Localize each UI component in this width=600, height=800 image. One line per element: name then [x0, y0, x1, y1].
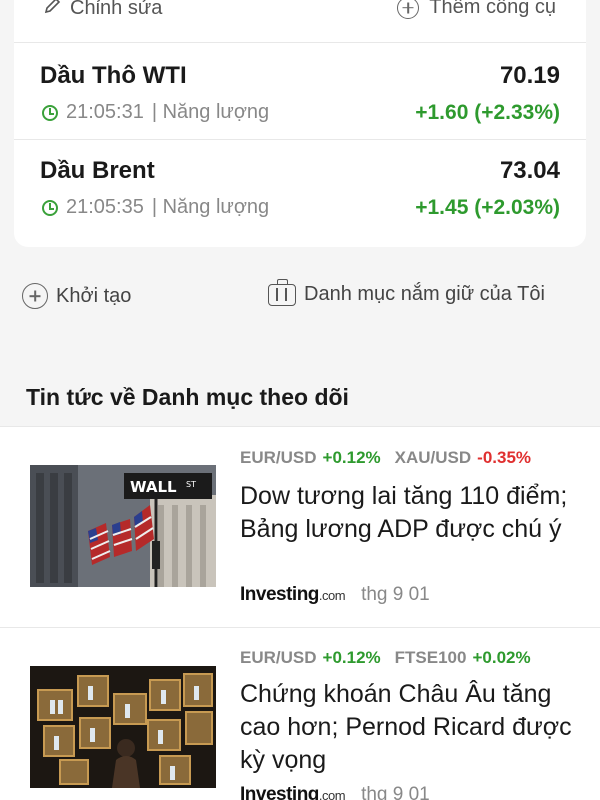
news-list: WALL ST EUR/USD +0.12% XAU/USD -0.35% Do…: [0, 426, 600, 800]
tag-symbol[interactable]: EUR/USD: [240, 448, 317, 468]
edit-button[interactable]: Chỉnh sửa: [44, 0, 162, 20]
investing-logo: Investing.com: [240, 584, 346, 606]
tag-symbol[interactable]: EUR/USD: [240, 648, 317, 668]
quote-time: 21:05:35: [66, 196, 144, 218]
create-watchlist-button[interactable]: Khởi tạo: [22, 283, 131, 309]
tag-change: +0.12%: [322, 448, 381, 467]
edit-label: Chỉnh sửa: [70, 0, 163, 19]
quote-category: | Năng lượng: [151, 101, 270, 123]
watchlist-actions: Khởi tạo Danh mục nắm giữ của Tôi: [0, 278, 600, 315]
svg-text:ST: ST: [186, 480, 196, 489]
tag-change: -0.35%: [477, 448, 532, 467]
news-tags: EUR/USD +0.12% XAU/USD -0.35%: [240, 448, 531, 468]
quote-category: | Năng lượng: [151, 196, 270, 218]
add-tool-button[interactable]: Thêm công cụ: [397, 0, 556, 19]
logo-suffix: .com: [318, 788, 346, 800]
news-tags: EUR/USD +0.12% FTSE100 +0.02%: [240, 648, 531, 668]
instrument-change: +1.45 (+2.03%): [415, 196, 560, 219]
instrument-change: +1.60 (+2.33%): [415, 101, 560, 124]
quote-row-wti[interactable]: Dầu Thô WTI 70.19 21:05:31 | Năng lượng …: [14, 44, 586, 139]
tag-change: +0.02%: [472, 648, 531, 667]
briefcase-icon: [268, 278, 296, 306]
news-thumbnail: WALL ST: [30, 465, 216, 587]
add-tool-label: Thêm công cụ: [429, 0, 556, 18]
clock-icon: [42, 199, 58, 216]
pencil-icon: [44, 0, 62, 20]
tag-change: +0.12%: [322, 648, 381, 667]
my-portfolio-button[interactable]: Danh mục nắm giữ của Tôi: [268, 278, 545, 306]
add-circle-icon: [397, 0, 420, 19]
tag-symbol[interactable]: FTSE100: [395, 648, 467, 668]
news-date: thg 9 01: [361, 584, 430, 605]
quote-row-brent[interactable]: Dầu Brent 73.04 21:05:35 | Năng lượng +1…: [14, 139, 586, 234]
instrument-price: 70.19: [499, 62, 560, 89]
investing-logo: Investing.com: [240, 784, 346, 800]
logo-main: Investing: [240, 784, 319, 800]
logo-main: Investing: [240, 584, 319, 605]
instrument-meta: 21:05:35 | Năng lượng: [42, 196, 269, 219]
news-source: Investing.com thg 9 01: [240, 784, 430, 800]
create-label: Khởi tạo: [56, 284, 132, 307]
news-date: thg 9 01: [361, 784, 430, 800]
news-section-title: Tin tức về Danh mục theo dõi: [26, 384, 349, 410]
news-thumbnail: [30, 666, 216, 788]
svg-text:WALL: WALL: [130, 478, 177, 496]
news-item[interactable]: WALL ST EUR/USD +0.12% XAU/USD -0.35% Do…: [0, 426, 600, 626]
watchlist-toolbar: Chỉnh sửa Thêm công cụ: [14, 0, 586, 40]
instrument-name: Dầu Brent: [40, 157, 155, 184]
instrument-meta: 21:05:31 | Năng lượng: [42, 101, 269, 124]
divider: [14, 42, 586, 43]
quote-time: 21:05:31: [66, 101, 144, 123]
clock-icon: [42, 104, 58, 121]
add-circle-icon: [22, 283, 48, 309]
news-headline[interactable]: Dow tương lai tăng 110 điểm; Bảng lương …: [240, 480, 585, 546]
instrument-price: 73.04: [499, 157, 560, 184]
portfolio-label: Danh mục nắm giữ của Tôi: [304, 283, 545, 305]
instrument-name: Dầu Thô WTI: [40, 62, 187, 89]
news-item[interactable]: EUR/USD +0.12% FTSE100 +0.02% Chứng khoá…: [0, 628, 600, 800]
news-headline[interactable]: Chứng khoán Châu Âu tăng cao hơn; Pernod…: [240, 678, 585, 777]
logo-suffix: .com: [318, 588, 346, 603]
tag-symbol[interactable]: XAU/USD: [395, 448, 472, 468]
news-source: Investing.com thg 9 01: [240, 584, 430, 606]
